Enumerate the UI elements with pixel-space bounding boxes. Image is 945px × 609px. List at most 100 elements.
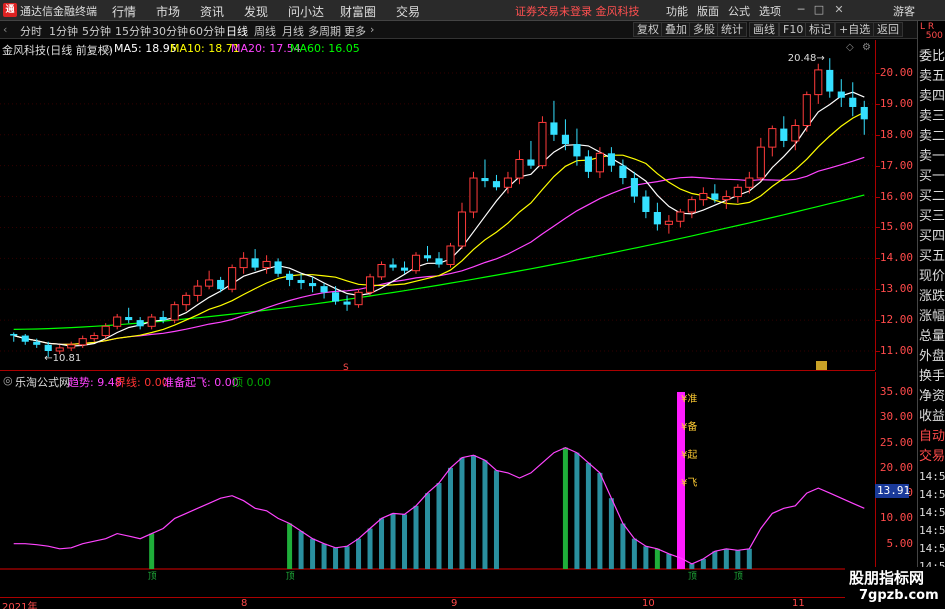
quote-panel-item[interactable]: 买二 — [919, 187, 945, 207]
quote-panel-item[interactable]: 买一 — [919, 167, 945, 187]
period-60min[interactable]: 60分钟 — [189, 23, 225, 39]
quote-panel-item[interactable]: 净资 — [919, 387, 945, 407]
quote-panel-item[interactable]: 涨幅 — [919, 307, 945, 327]
quote-panel-item[interactable]: 现价 — [919, 267, 945, 287]
period-monthly[interactable]: 月线 — [282, 23, 304, 39]
candle-body-down — [125, 317, 133, 321]
quote-panel-item[interactable]: 卖二 — [919, 127, 945, 147]
top-label: 顶 0.00 — [232, 376, 271, 389]
f10-button[interactable]: F10 — [779, 22, 808, 37]
stats-button[interactable]: 统计 — [717, 22, 747, 37]
quote-panel-item[interactable]: 14:56 — [919, 503, 945, 523]
menu-item-news[interactable]: 资讯 — [200, 3, 224, 20]
price-axis-label: 12.00 — [879, 313, 913, 327]
quote-panel-item[interactable]: 自动 — [919, 427, 945, 447]
quote-panel-item[interactable]: 外盘 — [919, 347, 945, 367]
menu-item-wealth[interactable]: 财富圈 — [340, 3, 376, 20]
level-badge[interactable]: L R 500 — [920, 23, 943, 41]
quote-panel-item[interactable]: 交易 — [919, 447, 945, 467]
period-intraday[interactable]: 分时 — [20, 23, 42, 39]
back-button[interactable]: 返回 — [873, 22, 903, 37]
quote-panel-item[interactable]: 卖四 — [919, 87, 945, 107]
date-label-year: 2021年 — [2, 602, 38, 609]
quote-panel-item[interactable]: 14:56 — [919, 485, 945, 505]
candle-body-down — [343, 301, 351, 305]
add-favorite-button[interactable]: +自选 — [835, 22, 875, 37]
login-notice[interactable]: 证券交易未登录 金风科技 — [515, 3, 640, 19]
quote-panel-item[interactable]: 总量 — [919, 327, 945, 347]
quote-panel-item[interactable]: 收益 — [919, 407, 945, 427]
menu-item-trade[interactable]: 交易 — [396, 3, 420, 20]
candle-body-down — [780, 128, 788, 141]
multi-stock-button[interactable]: 多股 — [689, 22, 719, 37]
period-weekly[interactable]: 周线 — [254, 23, 276, 39]
period-multi[interactable]: 多周期 — [308, 23, 341, 39]
menu-item-ask[interactable]: 问小达 — [288, 3, 324, 20]
boundary-label: 界线: 0.00 — [115, 376, 169, 389]
indicator-bar — [447, 467, 453, 569]
price-axis-tick — [876, 134, 880, 136]
takeoff-label: ¥起 — [681, 449, 697, 461]
period-more[interactable]: 更多 — [344, 23, 366, 39]
title-bar: 通 通达信金融终端 行情 市场 资讯 发现 问小达 财富圈 交易 证券交易未登录… — [0, 0, 945, 21]
candle-body-up — [457, 211, 467, 247]
quote-panel-item[interactable]: 涨跌 — [919, 287, 945, 307]
toolbar-back-icon[interactable]: ‹ — [3, 23, 7, 36]
period-1min[interactable]: 1分钟 — [49, 23, 78, 39]
candle-body-down — [837, 91, 845, 98]
menu-layout[interactable]: 版面 — [697, 3, 719, 19]
quote-panel-item[interactable]: 卖三 — [919, 107, 945, 127]
price-axis-tick — [876, 320, 880, 322]
candle-body-up — [768, 128, 777, 148]
quote-panel-item[interactable]: 14:56 — [919, 521, 945, 541]
quote-panel-item[interactable]: 卖五 — [919, 67, 945, 87]
ma-settings-icon[interactable]: ◎ — [102, 42, 112, 55]
quote-panel-item[interactable]: 买三 — [919, 207, 945, 227]
ma10-line — [13, 111, 865, 345]
candle-body-down — [251, 258, 259, 268]
pane-divider[interactable] — [0, 370, 875, 371]
overlay-button[interactable]: 叠加 — [661, 22, 691, 37]
quote-panel-item[interactable]: 买五 — [919, 247, 945, 267]
price-axis-label: 16.00 — [879, 189, 913, 203]
quote-panel-item[interactable]: 买四 — [919, 227, 945, 247]
period-5min[interactable]: 5分钟 — [82, 23, 111, 39]
menu-item-exchange[interactable]: 市场 — [156, 3, 180, 20]
indicator-settings-icon[interactable]: ◎ — [3, 374, 13, 387]
indicator-bar — [287, 523, 293, 569]
menu-item-discover[interactable]: 发现 — [244, 3, 268, 20]
menu-item-market[interactable]: 行情 — [112, 3, 136, 20]
maximize-icon[interactable]: □ — [812, 3, 826, 16]
period-daily[interactable]: 日线 — [226, 23, 248, 39]
adjust-button[interactable]: 复权 — [633, 22, 663, 37]
candle-body-up — [147, 316, 156, 327]
minimize-icon[interactable]: ─ — [794, 3, 808, 16]
candlestick-chart[interactable]: 20.48→ ←10.81 S — [0, 40, 875, 370]
menu-formula[interactable]: 公式 — [728, 3, 750, 19]
quote-panel-item[interactable]: 委比 — [919, 47, 945, 67]
candle-body-up — [791, 125, 800, 142]
guest-button[interactable]: 游客 — [893, 3, 915, 19]
close-icon[interactable]: ✕ — [832, 3, 846, 16]
quote-panel-item[interactable]: 14:56 — [919, 467, 945, 487]
diamond-icon[interactable]: ◇ — [846, 42, 854, 53]
quote-panel-item[interactable]: 14:56 — [919, 539, 945, 559]
indicator-chart[interactable]: ¥准 ¥备 ¥起 ¥飞顶 顶 顶 顶 — [0, 372, 875, 598]
period-30min[interactable]: 30分钟 — [152, 23, 188, 39]
menu-options[interactable]: 选项 — [759, 3, 781, 19]
more-dropdown-icon[interactable]: › — [370, 23, 374, 36]
settings-icon[interactable]: ⚙ — [862, 42, 871, 53]
candle-body-up — [515, 158, 524, 179]
candle-body-up — [664, 220, 673, 225]
mark-button[interactable]: 标记 — [805, 22, 835, 37]
draw-button[interactable]: 画线 — [749, 22, 779, 37]
period-15min[interactable]: 15分钟 — [115, 23, 151, 39]
candle-body-up — [170, 304, 179, 321]
quote-panel-item[interactable]: 卖一 — [919, 147, 945, 167]
candle-body-down — [136, 320, 144, 327]
candle-body-up — [538, 121, 547, 167]
price-axis-tick — [876, 227, 880, 229]
menu-function[interactable]: 功能 — [666, 3, 688, 19]
quote-panel-item[interactable]: 换手 — [919, 367, 945, 387]
indicator-bar — [402, 514, 408, 569]
